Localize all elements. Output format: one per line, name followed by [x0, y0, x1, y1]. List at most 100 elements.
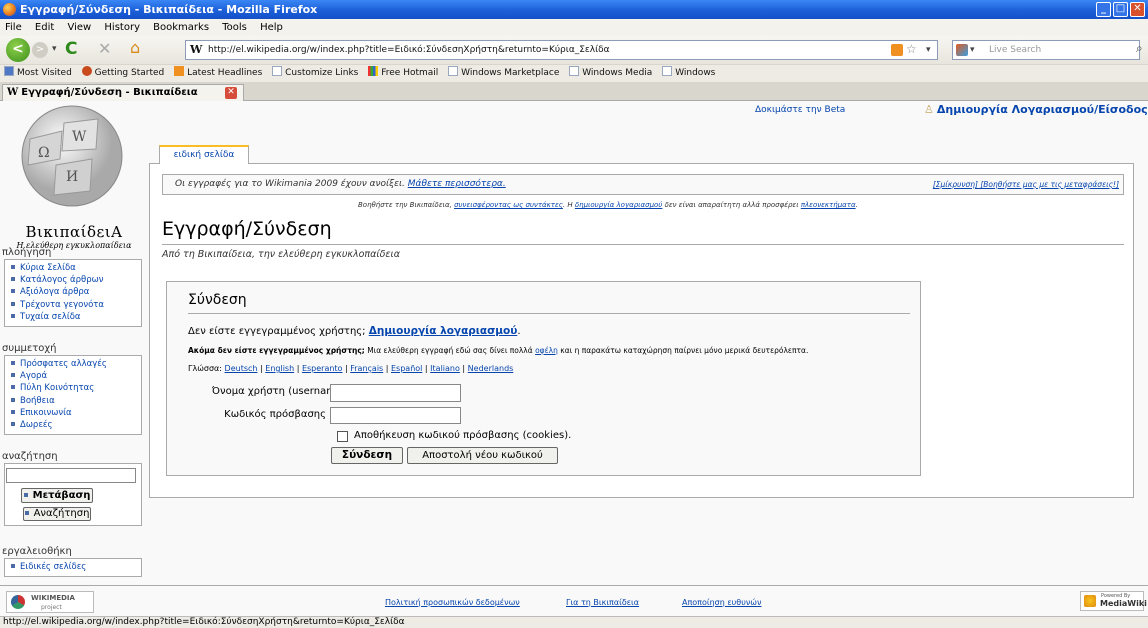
mail-password-button[interactable]: Αποστολή νέου κωδικού [407, 447, 558, 464]
sitenotice-learn-more-link[interactable]: Μάθετε περισσότερα. [408, 179, 506, 189]
page-icon [569, 66, 580, 76]
sidebar-item-article-list[interactable]: Κατάλογος άρθρων [11, 274, 141, 286]
wikimedia-logo-icon [11, 595, 25, 609]
search-engine-box[interactable]: ▾ Live Search [952, 40, 1140, 60]
reload-icon[interactable]: C [65, 39, 77, 59]
username-input[interactable] [330, 384, 461, 402]
home-icon[interactable]: ⌂ [130, 38, 140, 57]
search-button[interactable]: Αναζήτηση [23, 507, 91, 521]
menu-history[interactable]: History [104, 22, 140, 33]
mediawiki-badge[interactable]: Powered By MediaWiki [1080, 591, 1147, 611]
benefits-link[interactable]: οφέλη [535, 346, 558, 355]
remember-checkbox[interactable] [337, 431, 348, 442]
tab-special-page[interactable]: ειδική σελίδα [159, 145, 249, 164]
bookmark-star-icon[interactable]: ☆ [906, 40, 917, 58]
sidebar: πλοήγηση Κύρια Σελίδα Κατάλογος άρθρων Α… [0, 101, 148, 581]
sidebar-item-village-pump[interactable]: Αγορά [11, 370, 141, 382]
portlet-title-search: αναζήτηση [2, 451, 58, 462]
history-dropdown-icon[interactable]: ▾ [52, 44, 57, 54]
contribute-link[interactable]: συνεισφέροντας ως συντάκτες [454, 201, 563, 209]
minimize-button[interactable]: _ [1096, 2, 1111, 17]
firefox-icon [3, 3, 16, 16]
menu-view[interactable]: View [67, 22, 91, 33]
create-account-link-main[interactable]: Δημιουργία λογαριασμού [369, 325, 518, 337]
close-window-button[interactable]: ✕ [1130, 2, 1145, 17]
sidebar-item-donate[interactable]: Δωρεές [11, 419, 141, 431]
bookmark-most-visited[interactable]: Most Visited [4, 65, 72, 82]
page-icon [662, 66, 673, 76]
footer-disclaimer-link[interactable]: Αποποίηση ευθυνών [682, 598, 761, 607]
login-link[interactable]: ♙ Δημιουργία Λογαριασμού/Είσοδος [924, 103, 1148, 116]
live-search-icon[interactable] [956, 44, 968, 56]
advantages-link[interactable]: πλεονεκτήματα [801, 201, 856, 209]
menu-bookmarks[interactable]: Bookmarks [153, 22, 209, 33]
navigation-portlet: πλοήγηση Κύρια Σελίδα Κατάλογος άρθρων Α… [0, 247, 148, 330]
bookmark-windows-marketplace[interactable]: Windows Marketplace [448, 65, 559, 82]
lang-espanol[interactable]: Español [391, 364, 422, 373]
rss-feed-icon[interactable] [891, 44, 903, 56]
bookmark-windows-media[interactable]: Windows Media [569, 65, 652, 82]
sidebar-item-featured[interactable]: Αξιόλογα άρθρα [11, 286, 141, 298]
sidebar-item-random[interactable]: Τυχαία σελίδα [11, 311, 141, 323]
sidebar-item-recent-changes[interactable]: Πρόσφατες αλλαγές [11, 358, 141, 370]
engine-dropdown-icon[interactable]: ▾ [970, 41, 975, 59]
lang-esperanto[interactable]: Esperanto [302, 364, 343, 373]
status-text: http://el.wikipedia.org/w/index.php?titl… [3, 617, 405, 627]
not-registered-text: Δεν είστε εγγεγραμμένος χρήστης; Δημιουρ… [188, 325, 521, 337]
most-visited-icon [4, 66, 14, 76]
sitenotice-right-links[interactable]: [Σμίκρυνση] [Βοηθήστε μας με τις μεταφρά… [933, 175, 1119, 194]
bookmark-getting-started[interactable]: Getting Started [81, 65, 164, 82]
bookmark-customize-links[interactable]: Customize Links [272, 65, 358, 82]
user-icon: ♙ [924, 103, 934, 116]
sidebar-item-current-events[interactable]: Τρέχοντα γεγονότα [11, 299, 141, 311]
close-tab-icon[interactable]: ✕ [225, 87, 237, 99]
language-selector: Γλώσσα: Deutsch | English | Esperanto | … [188, 364, 514, 373]
lang-nederlands[interactable]: Nederlands [468, 364, 514, 373]
login-form: Σύνδεση Δεν είστε εγγεγραμμένος χρήστης;… [166, 281, 921, 476]
lang-deutsch[interactable]: Deutsch [225, 364, 258, 373]
login-legend: Σύνδεση [188, 292, 910, 314]
navigation-toolbar: < > ▾ C ✕ ⌂ W http://el.wikipedia.org/w/… [0, 36, 1148, 64]
sidebar-item-main-page[interactable]: Κύρια Σελίδα [11, 262, 141, 274]
bookmark-windows[interactable]: Windows [662, 65, 715, 82]
footer-privacy-link[interactable]: Πολιτική προσωπικών δεδομένων [385, 598, 520, 607]
sitenotice-help: Βοηθήστε την Βικιπαίδεια, συνεισφέροντας… [358, 201, 858, 209]
sidebar-item-community-portal[interactable]: Πύλη Κοινότητας [11, 382, 141, 394]
portlet-title-navigation: πλοήγηση [2, 247, 52, 258]
sidebar-search-input[interactable] [6, 468, 136, 483]
menu-edit[interactable]: Edit [35, 22, 54, 33]
search-magnifier-icon[interactable]: ⌕ [1136, 41, 1143, 56]
portlet-title-toolbox: εργαλειοθήκη [2, 546, 72, 557]
footer-about-link[interactable]: Για τη Βικιπαίδεια [566, 598, 639, 607]
stop-icon[interactable]: ✕ [98, 39, 111, 58]
rss-icon [174, 66, 185, 76]
tab-label: Εγγραφή/Σύνδεση - Βικιπαίδεια [21, 87, 198, 98]
lang-italiano[interactable]: Italiano [430, 364, 460, 373]
password-label: Κωδικός πρόσβασης [224, 409, 326, 420]
wikimedia-badge[interactable]: WIKIMEDIA project [6, 591, 94, 613]
try-beta-link[interactable]: Δοκιμάστε την Beta [755, 105, 845, 115]
sidebar-item-contact[interactable]: Επικοινωνία [11, 407, 141, 419]
login-button[interactable]: Σύνδεση [331, 447, 403, 464]
url-dropdown-icon[interactable]: ▾ [926, 41, 931, 59]
password-input[interactable] [330, 407, 461, 424]
back-arrow-icon[interactable]: < [6, 38, 30, 62]
go-button[interactable]: Μετάβαση [21, 488, 93, 503]
lang-english[interactable]: English [265, 364, 294, 373]
lang-francais[interactable]: Français [350, 364, 383, 373]
menu-help[interactable]: Help [260, 22, 283, 33]
toolbox-portlet: εργαλειοθήκη Ειδικές σελίδες [0, 546, 148, 580]
menu-file[interactable]: File [5, 22, 22, 33]
create-account-link[interactable]: δημιουργία λογαριασμού [575, 201, 663, 209]
url-bar[interactable]: W http://el.wikipedia.org/w/index.php?ti… [185, 40, 938, 60]
menu-tools[interactable]: Tools [222, 22, 247, 33]
forward-arrow-icon[interactable]: > [32, 42, 48, 58]
tab-active[interactable]: W Εγγραφή/Σύνδεση - Βικιπαίδεια ✕ [2, 84, 244, 102]
sidebar-item-special-pages[interactable]: Ειδικές σελίδες [11, 561, 141, 573]
bookmark-latest-headlines[interactable]: Latest Headlines [174, 65, 262, 82]
sidebar-item-help[interactable]: Βοήθεια [11, 395, 141, 407]
bookmark-free-hotmail[interactable]: Free Hotmail [368, 65, 438, 82]
status-bar: http://el.wikipedia.org/w/index.php?titl… [0, 616, 1148, 628]
maximize-button[interactable]: □ [1113, 2, 1128, 17]
page-subtitle: Από τη Βικιπαίδεια, την ελεύθερη εγκυκλο… [162, 249, 400, 260]
